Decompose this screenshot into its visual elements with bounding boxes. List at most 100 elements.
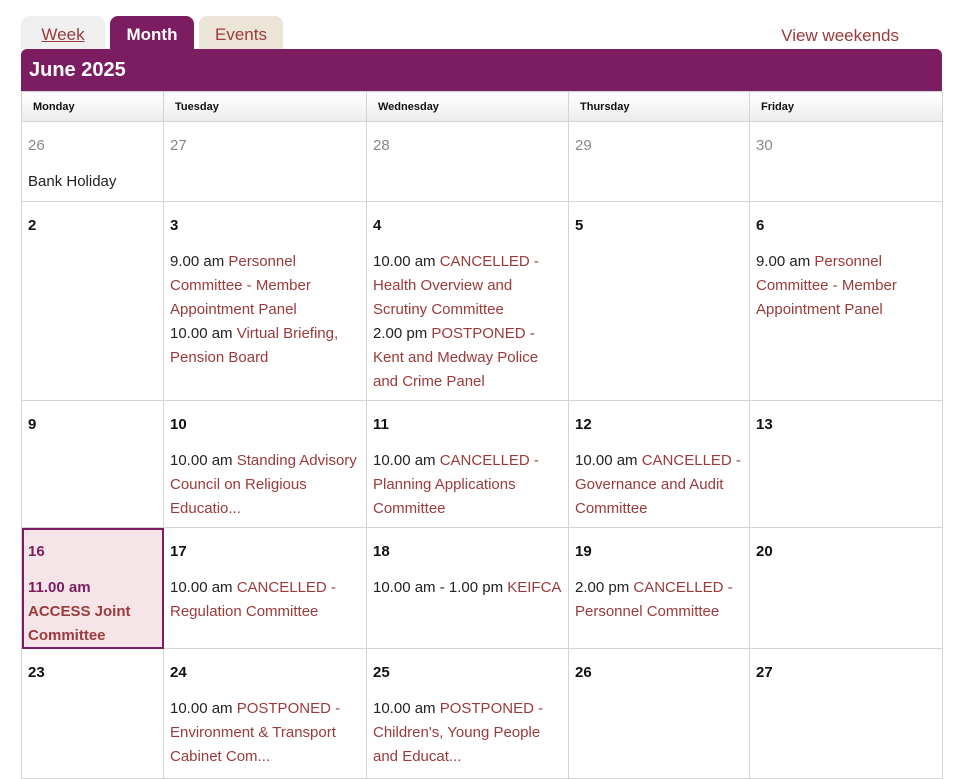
calendar-event: 10.00 am CANCELLED - Health Overview and… <box>373 250 562 322</box>
day-number: 3 <box>170 217 179 234</box>
calendar-event: 10.00 am POSTPONED - Children's, Young P… <box>373 697 562 769</box>
day-cell[interactable]: 26 Bank Holiday <box>21 121 164 202</box>
day-cell[interactable]: 24 10.00 am POSTPONED - Environment & Tra… <box>163 648 367 779</box>
day-cell[interactable]: 27 <box>749 648 943 779</box>
day-number: 4 <box>373 217 382 234</box>
calendar-event: 9.00 am Personnel Committee - Member App… <box>170 250 360 322</box>
day-cell[interactable]: 11 10.00 am CANCELLED - Planning Applicat… <box>366 400 569 528</box>
day-number: 19 <box>575 543 592 560</box>
day-cell[interactable]: 19 2.00 pm CANCELLED - Personnel Committe… <box>568 527 750 649</box>
day-number: 17 <box>170 543 187 560</box>
day-number: 18 <box>373 543 390 560</box>
view-tabs: Week Month Events View weekends <box>21 0 942 49</box>
day-number: 27 <box>756 664 773 681</box>
day-cell[interactable]: 12 10.00 am CANCELLED - Governance and Au… <box>568 400 750 528</box>
weekday-header-row: Monday Tuesday Wednesday Thursday Friday <box>21 91 943 122</box>
week-row: 23 24 10.00 am POSTPONED - Environment & T… <box>21 648 943 779</box>
holiday-label: Bank Holiday <box>28 173 117 190</box>
day-number: 26 <box>575 664 592 681</box>
event-time: 10.00 am <box>373 700 436 717</box>
event-time: 10.00 am <box>170 325 233 342</box>
day-cell[interactable]: 17 10.00 am CANCELLED - Regulation Commit… <box>163 527 367 649</box>
week-row: 16 11.00 am ACCESS Joint Committee 17 10.00… <box>21 527 943 649</box>
day-cell[interactable]: 2 <box>21 201 164 401</box>
day-cell[interactable]: 13 <box>749 400 943 528</box>
day-cell[interactable]: 27 <box>163 121 367 202</box>
day-cell[interactable]: 5 <box>568 201 750 401</box>
day-number: 25 <box>373 664 390 681</box>
calendar-event: 11.00 am ACCESS Joint Committee <box>28 576 157 648</box>
event-time: 9.00 am <box>170 253 225 270</box>
event-link[interactable]: ACCESS Joint Committee <box>28 603 131 644</box>
day-number: 24 <box>170 664 187 681</box>
calendar-grid: Monday Tuesday Wednesday Thursday Friday… <box>21 91 943 779</box>
day-cell[interactable]: 26 <box>568 648 750 779</box>
day-number: 28 <box>373 137 390 154</box>
event-time: 10.00 am <box>170 579 233 596</box>
week-row: 26 Bank Holiday 27 28 29 30 <box>21 121 943 202</box>
event-time: 10.00 am <box>373 452 436 469</box>
day-number: 12 <box>575 416 592 433</box>
event-link[interactable]: KEIFCA <box>507 579 561 596</box>
day-cell[interactable]: 20 <box>749 527 943 649</box>
day-number: 13 <box>756 416 773 433</box>
day-cell[interactable]: 10 10.00 am Standing Advisory Council on … <box>163 400 367 528</box>
day-cell[interactable]: 4 10.00 am CANCELLED - Health Overview an… <box>366 201 569 401</box>
event-time: 10.00 am <box>373 253 436 270</box>
calendar-event: 10.00 am POSTPONED - Environment & Trans… <box>170 697 360 769</box>
view-weekends-link[interactable]: View weekends <box>781 26 899 46</box>
day-number: 26 <box>28 137 45 154</box>
day-cell[interactable]: 29 <box>568 121 750 202</box>
day-cell[interactable]: 30 <box>749 121 943 202</box>
tab-events[interactable]: Events <box>199 16 283 49</box>
day-number: 20 <box>756 543 773 560</box>
calendar-event: 10.00 am CANCELLED - Planning Applicatio… <box>373 449 562 521</box>
day-number: 9 <box>28 416 37 433</box>
weekday-header: Wednesday <box>366 91 569 122</box>
day-cell[interactable]: 25 10.00 am POSTPONED - Children's, Young… <box>366 648 569 779</box>
event-time: 10.00 am - 1.00 pm <box>373 579 504 596</box>
day-cell[interactable]: 23 <box>21 648 164 779</box>
day-number: 29 <box>575 137 592 154</box>
calendar-weeks: 26 Bank Holiday 27 28 29 30 2 3 9.00 am Personne… <box>21 121 943 779</box>
day-number: 16 <box>28 543 45 560</box>
weekday-header: Tuesday <box>163 91 367 122</box>
calendar-event: 10.00 am CANCELLED - Governance and Audi… <box>575 449 743 521</box>
weekday-header: Thursday <box>568 91 750 122</box>
day-cell[interactable]: 3 9.00 am Personnel Committee - Member Ap… <box>163 201 367 401</box>
calendar-event: 10.00 am - 1.00 pm KEIFCA <box>373 576 562 600</box>
month-title: June 2025 <box>21 49 942 91</box>
day-cell[interactable]: 18 10.00 am - 1.00 pm KEIFCA <box>366 527 569 649</box>
day-cell[interactable]: 28 <box>366 121 569 202</box>
calendar-event: 10.00 am CANCELLED - Regulation Committe… <box>170 576 360 624</box>
calendar-event: 2.00 pm POSTPONED - Kent and Medway Poli… <box>373 322 562 394</box>
event-time: 2.00 pm <box>373 325 428 342</box>
tab-month[interactable]: Month <box>110 16 194 49</box>
day-cell[interactable]: 6 9.00 am Personnel Committee - Member Ap… <box>749 201 943 401</box>
day-number: 6 <box>756 217 765 234</box>
week-row: 2 3 9.00 am Personnel Committee - Member A… <box>21 201 943 401</box>
event-time: 9.00 am <box>756 253 811 270</box>
day-number: 2 <box>28 217 37 234</box>
day-number: 23 <box>28 664 45 681</box>
day-number: 27 <box>170 137 187 154</box>
day-number: 5 <box>575 217 584 234</box>
calendar-event: 9.00 am Personnel Committee - Member App… <box>756 250 936 322</box>
day-number: 10 <box>170 416 187 433</box>
calendar-event: 10.00 am Standing Advisory Council on Re… <box>170 449 360 521</box>
weekday-header: Monday <box>21 91 164 122</box>
week-row: 9 10 10.00 am Standing Advisory Council on… <box>21 400 943 528</box>
event-time: 10.00 am <box>575 452 638 469</box>
event-time: 10.00 am <box>170 700 233 717</box>
calendar-event: 2.00 pm CANCELLED - Personnel Committee <box>575 576 743 624</box>
calendar-widget: Week Month Events View weekends June 202… <box>21 0 943 779</box>
day-number: 11 <box>373 416 389 433</box>
weekday-header: Friday <box>749 91 943 122</box>
day-cell[interactable]: 16 11.00 am ACCESS Joint Committee <box>21 527 164 649</box>
event-time: 11.00 am <box>28 579 91 596</box>
tab-week[interactable]: Week <box>21 16 105 49</box>
event-time: 10.00 am <box>170 452 233 469</box>
event-time: 2.00 pm <box>575 579 630 596</box>
calendar-event: 10.00 am Virtual Briefing, Pension Board <box>170 322 360 370</box>
day-cell[interactable]: 9 <box>21 400 164 528</box>
